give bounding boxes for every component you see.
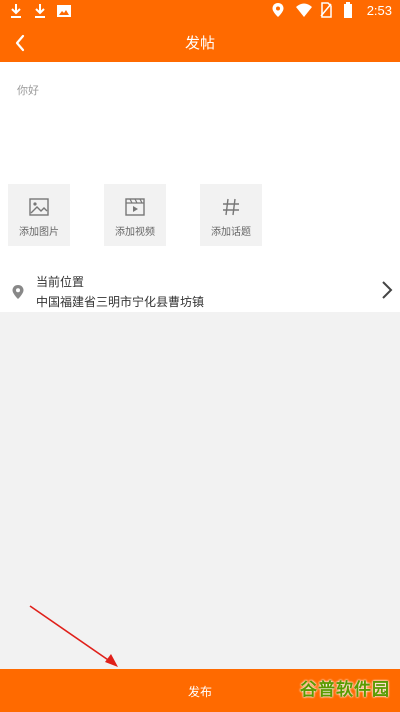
image-icon xyxy=(56,3,72,19)
video-icon xyxy=(125,197,145,217)
location-row[interactable]: 当前位置 中国福建省三明市宁化县曹坊镇 xyxy=(0,260,400,312)
watermark: 谷普软件园 xyxy=(300,680,390,700)
page-title: 发帖 xyxy=(184,34,215,52)
add-topic-label: 添加话题 xyxy=(211,227,251,238)
download-icon xyxy=(8,3,24,19)
hashtag-icon xyxy=(221,197,241,217)
annotation-arrow-icon xyxy=(29,605,118,667)
battery-icon xyxy=(343,2,359,18)
status-bar: 2:53 xyxy=(0,0,400,24)
add-topic-button[interactable]: 添加话题 xyxy=(200,184,262,246)
publish-button[interactable]: 发布 谷普软件园 xyxy=(0,669,400,712)
location-address: 中国福建省三明市宁化县曹坊镇 xyxy=(36,295,205,309)
download-icon xyxy=(32,3,48,19)
add-video-button[interactable]: 添加视频 xyxy=(104,184,166,246)
add-image-label: 添加图片 xyxy=(19,227,59,238)
clock-time: 2:53 xyxy=(366,2,392,18)
wifi-icon xyxy=(295,2,312,18)
location-pin-icon xyxy=(12,284,24,299)
app-toolbar: 发帖 xyxy=(0,24,400,62)
location-title: 当前位置 xyxy=(36,275,85,289)
location-icon xyxy=(271,2,287,18)
chevron-right-icon xyxy=(380,280,394,300)
image-icon xyxy=(29,197,49,217)
post-content-text: 你好 xyxy=(17,84,39,97)
no-sim-icon xyxy=(319,2,335,18)
add-video-label: 添加视频 xyxy=(115,227,155,238)
add-image-button[interactable]: 添加图片 xyxy=(8,184,70,246)
post-content-input[interactable]: 你好 xyxy=(0,62,400,180)
attachment-tiles: 添加图片 添加视频 添加话题 xyxy=(0,180,400,246)
